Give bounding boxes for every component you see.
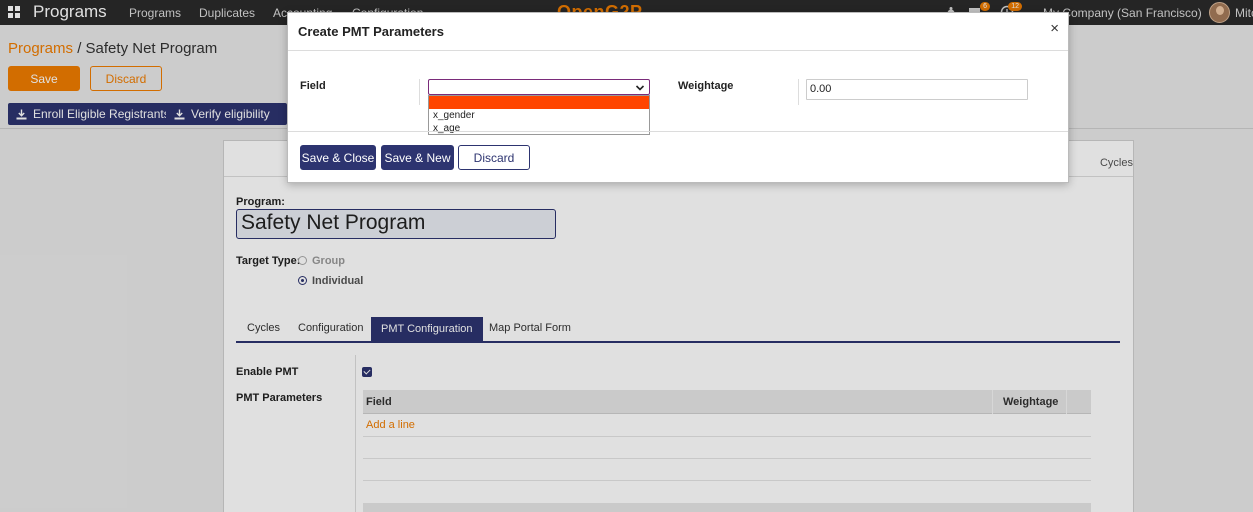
- field-label: Field: [300, 80, 326, 92]
- dialog-discard-button[interactable]: Discard: [458, 145, 530, 170]
- weightage-label-separator: [798, 79, 799, 105]
- field-label-separator: [419, 79, 420, 105]
- dialog-header-divider: [288, 50, 1068, 51]
- create-pmt-parameters-dialog: Create PMT Parameters × Field x_gender x…: [287, 12, 1069, 183]
- close-icon[interactable]: ×: [1050, 20, 1059, 37]
- dialog-footer-divider: [288, 131, 1068, 132]
- dialog-title: Create PMT Parameters: [298, 24, 444, 39]
- save-close-button[interactable]: Save & Close: [300, 145, 376, 170]
- dropdown-option-x-gender[interactable]: x_gender: [433, 110, 475, 121]
- field-select[interactable]: [428, 79, 650, 95]
- save-new-button[interactable]: Save & New: [381, 145, 454, 170]
- weightage-input[interactable]: 0.00: [806, 79, 1028, 100]
- dropdown-option-x-age[interactable]: x_age: [433, 123, 460, 134]
- weightage-label: Weightage: [678, 80, 734, 92]
- dropdown-option-empty[interactable]: [429, 96, 649, 109]
- field-dropdown-list: x_gender x_age: [428, 95, 650, 135]
- chevron-down-icon: [635, 82, 645, 92]
